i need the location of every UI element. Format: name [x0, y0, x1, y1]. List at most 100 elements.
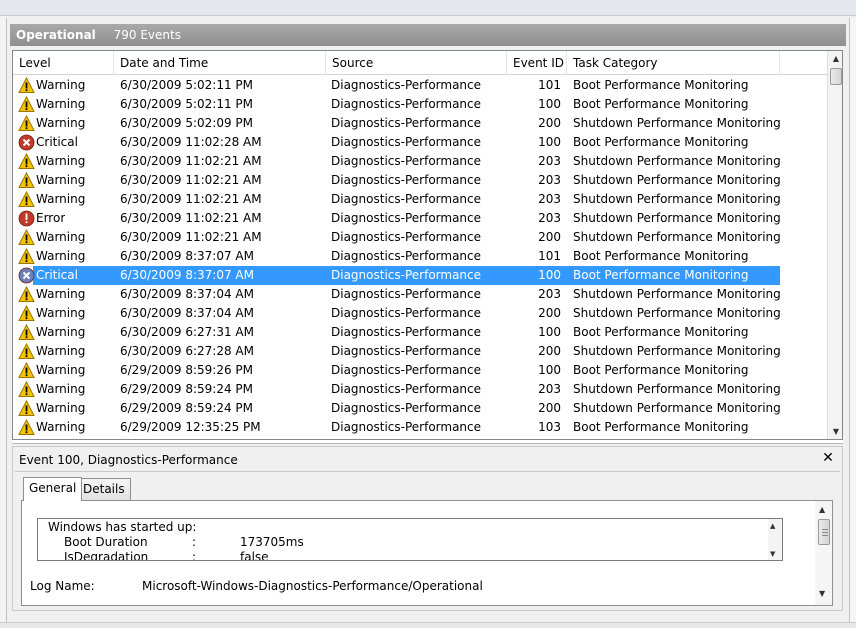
task-category-cell: Boot Performance Monitoring	[573, 268, 749, 282]
warning-icon	[18, 152, 35, 170]
tab-general[interactable]: General	[23, 477, 83, 501]
detail-scroll-thumb[interactable]	[818, 519, 830, 545]
date-cell: 6/30/2009 11:02:21 AM	[120, 192, 262, 206]
grid-vertical-scrollbar[interactable]: ▲ ▼	[827, 51, 842, 439]
window-top-strip	[0, 0, 856, 16]
level-cell: Warning	[36, 420, 86, 434]
level-cell: Warning	[36, 116, 86, 130]
source-cell: Diagnostics-Performance	[331, 401, 482, 415]
event-id-cell: 200	[538, 306, 561, 320]
warning-icon	[18, 247, 35, 265]
table-row[interactable]: Warning 6/30/2009 8:37:07 AM Diagnostics-P…	[13, 247, 827, 266]
table-row[interactable]: Warning 6/30/2009 5:02:11 PM Diagnostics-P…	[13, 95, 827, 114]
source-cell: Diagnostics-Performance	[331, 287, 482, 301]
event-id-cell: 100	[538, 268, 561, 282]
event-message-box[interactable]: Windows has started up: Boot Duration : …	[37, 518, 783, 561]
date-cell: 6/30/2009 11:02:21 AM	[120, 154, 262, 168]
source-cell: Diagnostics-Performance	[331, 230, 482, 244]
warning-icon	[18, 285, 35, 303]
date-cell: 6/30/2009 8:37:04 AM	[120, 287, 254, 301]
grid-header: Level Date and Time Source Event ID Task…	[13, 51, 827, 75]
date-cell: 6/29/2009 8:59:26 PM	[120, 363, 254, 377]
level-cell: Warning	[36, 78, 86, 92]
event-id-cell: 100	[538, 325, 561, 339]
scroll-down-arrow-icon[interactable]: ▼	[831, 427, 841, 437]
level-cell: Warning	[36, 154, 86, 168]
table-row[interactable]: Warning 6/30/2009 11:02:21 AM Diagnostics-…	[13, 228, 827, 247]
level-cell: Warning	[36, 382, 86, 396]
event-id-cell: 203	[538, 382, 561, 396]
column-header-source[interactable]: Source	[326, 51, 507, 75]
table-row-selected[interactable]: Critical 6/30/2009 8:37:07 AM Diagnostics-…	[13, 266, 827, 285]
task-category-cell: Boot Performance Monitoring	[573, 135, 749, 149]
date-cell: 6/30/2009 5:02:09 PM	[120, 116, 254, 130]
task-category-cell: Boot Performance Monitoring	[573, 363, 749, 377]
level-cell: Error	[36, 211, 66, 225]
source-cell: Diagnostics-Performance	[331, 78, 482, 92]
table-row[interactable]: Warning 6/30/2009 11:02:21 AM Diagnostics-…	[13, 171, 827, 190]
critical-icon	[18, 267, 35, 284]
column-header-event-id[interactable]: Event ID	[507, 51, 567, 75]
table-row[interactable]: Critical 6/30/2009 11:02:28 AM Diagnostics…	[13, 133, 827, 152]
divider	[15, 471, 840, 472]
scroll-thumb[interactable]	[830, 68, 842, 85]
table-row[interactable]: Warning 6/30/2009 8:37:04 AM Diagnostics-P…	[13, 285, 827, 304]
is-degradation-key: IsDegradation	[64, 550, 149, 561]
table-row[interactable]: Warning 6/30/2009 8:37:04 AM Diagnostics-P…	[13, 304, 827, 323]
date-cell: 6/30/2009 11:02:28 AM	[120, 135, 262, 149]
close-icon[interactable]: ✕	[821, 450, 835, 466]
table-row[interactable]: Warning 6/30/2009 5:02:11 PM Diagnostics-P…	[13, 76, 827, 95]
table-row[interactable]: Warning 6/30/2009 11:02:21 AM Diagnostics-…	[13, 190, 827, 209]
scroll-up-arrow-icon[interactable]: ▲	[831, 54, 841, 64]
message-scrollbar[interactable]: ▲ ▼	[768, 519, 782, 560]
critical-icon	[18, 134, 35, 151]
date-cell: 6/30/2009 6:27:28 AM	[120, 344, 254, 358]
task-category-cell: Shutdown Performance Monitoring	[573, 192, 781, 206]
events-grid[interactable]: Level Date and Time Source Event ID Task…	[12, 50, 843, 440]
message-scroll-down-icon[interactable]: ▼	[770, 550, 775, 558]
table-row[interactable]: Warning 6/30/2009 6:27:31 AM Diagnostics-P…	[13, 323, 827, 342]
column-header-date[interactable]: Date and Time	[114, 51, 326, 75]
table-row[interactable]: Warning 6/29/2009 8:59:26 PM Diagnostics-P…	[13, 361, 827, 380]
warning-icon	[18, 190, 35, 208]
detail-scroll-up-icon[interactable]: ▲	[819, 505, 825, 515]
source-cell: Diagnostics-Performance	[331, 135, 482, 149]
pane-splitter[interactable]	[12, 440, 843, 444]
source-cell: Diagnostics-Performance	[331, 382, 482, 396]
warning-icon	[18, 95, 35, 113]
source-cell: Diagnostics-Performance	[331, 344, 482, 358]
task-category-cell: Boot Performance Monitoring	[573, 249, 749, 263]
warning-icon	[18, 114, 35, 132]
date-cell: 6/30/2009 5:02:11 PM	[120, 78, 254, 92]
date-cell: 6/30/2009 8:37:07 AM	[120, 268, 254, 282]
date-cell: 6/29/2009 8:59:24 PM	[120, 382, 254, 396]
boot-duration-sep: :	[192, 535, 197, 549]
table-row[interactable]: Warning 6/29/2009 8:59:24 PM Diagnostics-P…	[13, 380, 827, 399]
source-cell: Diagnostics-Performance	[331, 363, 482, 377]
task-category-cell: Boot Performance Monitoring	[573, 325, 749, 339]
table-row[interactable]: Warning 6/29/2009 12:35:25 PM Diagnostics-…	[13, 418, 827, 437]
table-row[interactable]: Error 6/30/2009 11:02:21 AM Diagnostics-Pe…	[13, 209, 827, 228]
source-cell: Diagnostics-Performance	[331, 249, 482, 263]
table-row[interactable]: Warning 6/29/2009 8:59:24 PM Diagnostics-P…	[13, 399, 827, 418]
message-scroll-up-icon[interactable]: ▲	[770, 522, 775, 530]
warning-icon	[18, 361, 35, 379]
table-row[interactable]: Warning 6/30/2009 11:02:21 AM Diagnostics-…	[13, 152, 827, 171]
detail-scroll-down-icon[interactable]: ▼	[819, 589, 825, 599]
warning-icon	[18, 304, 35, 322]
event-id-cell: 103	[538, 420, 561, 434]
level-cell: Warning	[36, 230, 86, 244]
date-cell: 6/30/2009 11:02:21 AM	[120, 230, 262, 244]
column-header-task-category[interactable]: Task Category	[567, 51, 780, 75]
task-category-cell: Shutdown Performance Monitoring	[573, 287, 781, 301]
column-header-level[interactable]: Level	[13, 51, 114, 75]
warning-icon	[18, 418, 35, 436]
table-row[interactable]: Warning 6/30/2009 6:27:28 AM Diagnostics-P…	[13, 342, 827, 361]
tab-details[interactable]: Details	[77, 478, 131, 500]
task-category-cell: Boot Performance Monitoring	[573, 420, 749, 434]
source-cell: Diagnostics-Performance	[331, 306, 482, 320]
table-row[interactable]: Warning 6/30/2009 5:02:09 PM Diagnostics-P…	[13, 114, 827, 133]
is-degradation-value: false	[240, 550, 269, 561]
detail-vertical-scrollbar[interactable]: ▲ ▼	[815, 501, 832, 605]
date-cell: 6/30/2009 6:27:31 AM	[120, 325, 254, 339]
